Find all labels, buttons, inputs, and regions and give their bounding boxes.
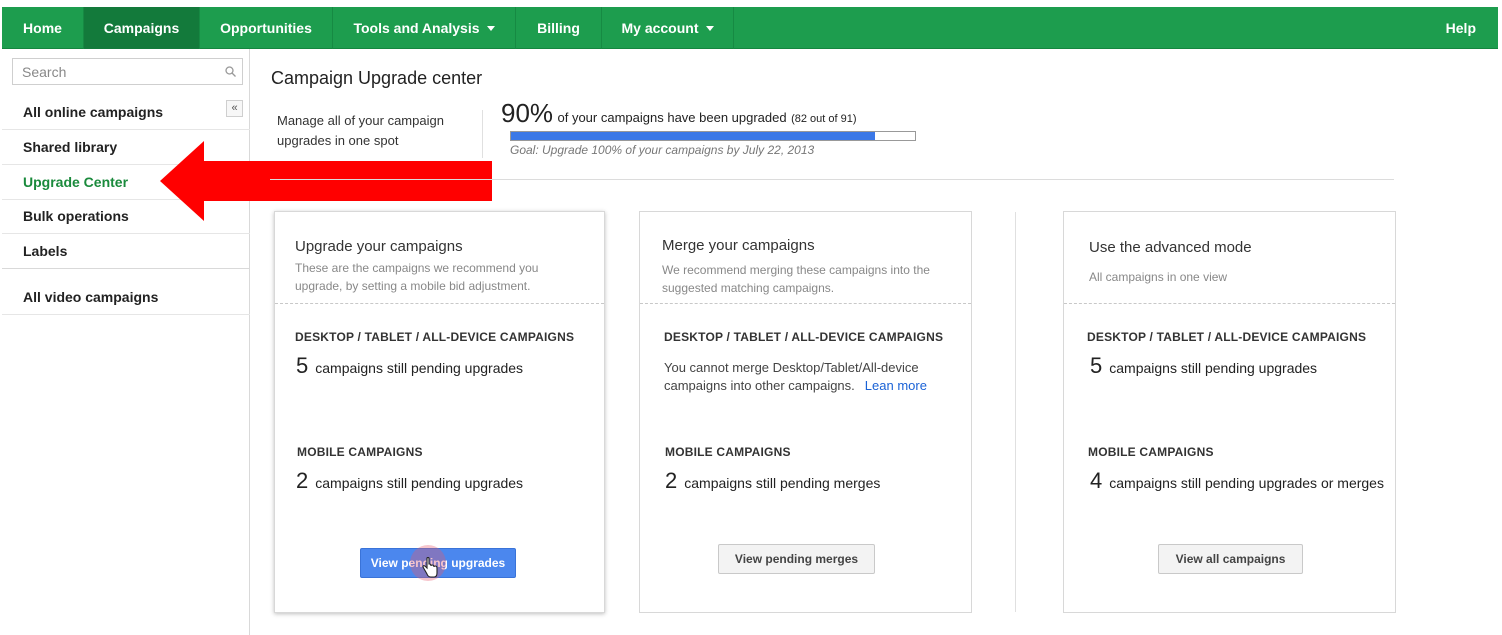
desktop-section-heading: DESKTOP / TABLET / ALL-DEVICE CAMPAIGNS	[1087, 330, 1367, 344]
page-title: Campaign Upgrade center	[271, 68, 483, 88]
mobile-pending-count: 2 campaigns still pending upgrades	[296, 468, 523, 494]
nav-billing[interactable]: Billing	[516, 7, 602, 49]
search-box	[12, 58, 243, 85]
search-input[interactable]	[13, 59, 213, 84]
nav-campaigns[interactable]: Campaigns	[84, 7, 200, 49]
card-divider	[640, 303, 971, 304]
mobile-section-heading: MOBILE CAMPAIGNS	[665, 445, 791, 459]
desktop-pending-count: 5 campaigns still pending upgrades	[1090, 353, 1317, 379]
learn-more-link[interactable]: Lean more	[865, 378, 927, 393]
chevron-down-icon	[705, 25, 714, 31]
nav-tools-label: Tools and Analysis	[353, 20, 480, 36]
merge-note: You cannot merge Desktop/Tablet/All-devi…	[664, 359, 964, 395]
sidebar-item-all-video-campaigns[interactable]: All video campaigns	[2, 280, 250, 315]
summary-divider	[482, 110, 483, 158]
card-subtitle: All campaigns in one view	[1089, 270, 1228, 284]
count-label: campaigns still pending upgrades or merg…	[1109, 475, 1384, 491]
card-divider	[275, 303, 604, 304]
main-divider	[270, 179, 1394, 180]
count-number: 5	[1090, 353, 1103, 378]
count-number: 4	[1090, 468, 1103, 493]
mobile-section-heading: MOBILE CAMPAIGNS	[297, 445, 423, 459]
mobile-pending-count: 4 campaigns still pending upgrades or mer…	[1090, 468, 1384, 494]
count-label: campaigns still pending merges	[684, 475, 881, 491]
percent-count: (82 out of 91)	[791, 113, 857, 125]
nav-tools-and-analysis[interactable]: Tools and Analysis	[333, 7, 516, 49]
desktop-pending-count: 5 campaigns still pending upgrades	[296, 353, 523, 379]
nav-home-label: Home	[23, 20, 62, 36]
mobile-pending-count: 2 campaigns still pending merges	[665, 468, 880, 494]
nav-campaigns-label: Campaigns	[103, 20, 180, 36]
nav-my-account[interactable]: My account	[602, 7, 734, 49]
column-divider	[1015, 212, 1016, 612]
count-number: 5	[296, 353, 309, 378]
percent-text: of your campaigns have been upgraded	[557, 110, 787, 125]
count-label: campaigns still pending upgrades	[315, 475, 524, 491]
nav-billing-label: Billing	[537, 20, 580, 36]
hand-cursor-icon	[422, 557, 438, 578]
percent-value: 90%	[501, 98, 554, 128]
desktop-section-heading: DESKTOP / TABLET / ALL-DEVICE CAMPAIGNS	[664, 330, 944, 344]
search-icon[interactable]	[225, 66, 236, 77]
top-nav-bar: Home Campaigns Opportunities Tools and A…	[2, 7, 1498, 49]
sidebar: « All online campaigns Shared library Up…	[2, 49, 250, 635]
chevron-down-icon	[486, 25, 495, 31]
nav-opportunities-label: Opportunities	[220, 20, 312, 36]
nav-home[interactable]: Home	[2, 7, 84, 49]
nav-help[interactable]: Help	[1446, 7, 1476, 49]
card-divider	[1064, 303, 1395, 304]
upgrade-progress-summary: 90% of your campaigns have been upgraded…	[501, 98, 857, 129]
count-label: campaigns still pending upgrades	[1109, 360, 1318, 376]
count-label: campaigns still pending upgrades	[315, 360, 524, 376]
count-number: 2	[296, 468, 309, 493]
card-title: Use the advanced mode	[1089, 239, 1252, 256]
card-title: Upgrade your campaigns	[295, 238, 463, 255]
view-pending-merges-button[interactable]: View pending merges	[718, 544, 875, 574]
nav-opportunities[interactable]: Opportunities	[200, 7, 333, 49]
summary-text: Manage all of your campaign upgrades in …	[277, 113, 444, 148]
mobile-section-heading: MOBILE CAMPAIGNS	[1088, 445, 1214, 459]
progress-bar	[510, 131, 916, 141]
desktop-section-heading: DESKTOP / TABLET / ALL-DEVICE CAMPAIGNS	[295, 330, 575, 344]
sidebar-item-all-online-campaigns[interactable]: All online campaigns	[2, 95, 250, 130]
count-number: 2	[665, 468, 678, 493]
red-arrow	[160, 141, 492, 221]
nav-my-account-label: My account	[621, 20, 699, 36]
card-subtitle: We recommend merging these campaigns int…	[662, 263, 930, 295]
progress-fill	[511, 132, 875, 140]
view-all-campaigns-button[interactable]: View all campaigns	[1158, 544, 1303, 574]
card-title: Merge your campaigns	[662, 237, 815, 254]
sidebar-item-labels[interactable]: Labels	[2, 234, 250, 269]
goal-text: Goal: Upgrade 100% of your campaigns by …	[510, 143, 815, 157]
card-subtitle: These are the campaigns we recommend you…	[295, 261, 539, 293]
